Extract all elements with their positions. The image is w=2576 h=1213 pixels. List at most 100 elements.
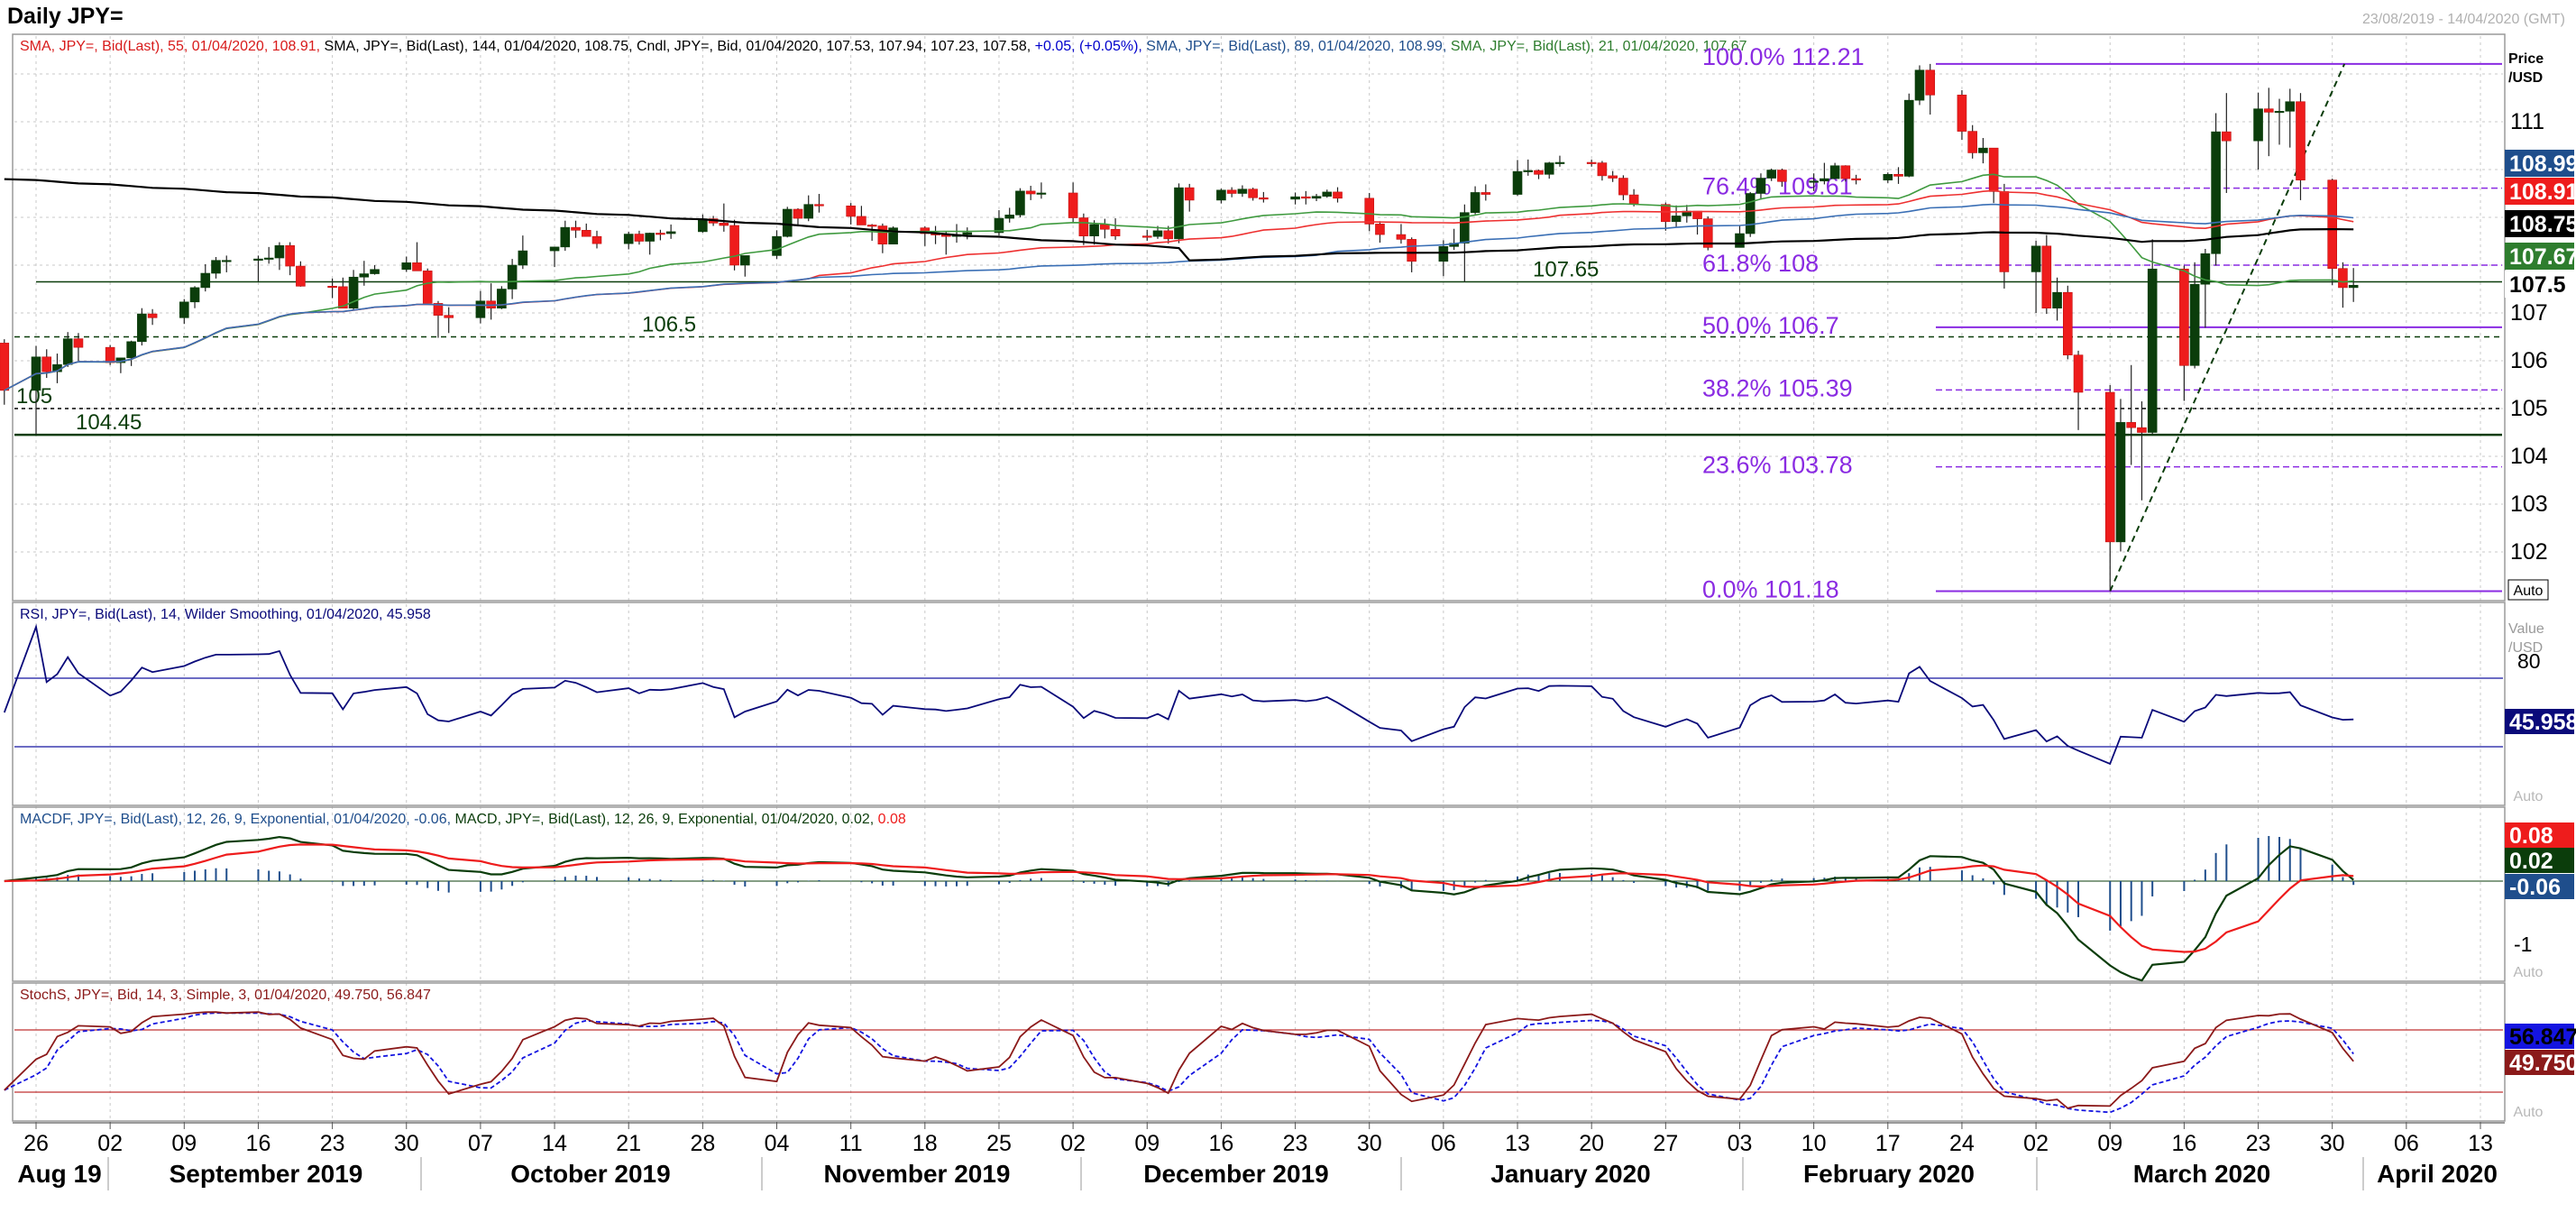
candle-body: [571, 226, 581, 231]
x-tick-label: 16: [246, 1131, 271, 1156]
candle-body: [1089, 224, 1099, 236]
rsi-line: [3, 623, 2354, 766]
candle-body: [1364, 198, 1375, 225]
candle-body: [105, 346, 115, 363]
candle-body: [1237, 188, 1248, 194]
x-tick-label: 06: [1431, 1131, 1456, 1156]
month-label: January 2020: [1490, 1160, 1650, 1188]
candle-body: [2073, 354, 2084, 393]
candle-body: [518, 250, 528, 266]
svg-text:Auto: Auto: [2514, 584, 2544, 599]
macd-signal-line: [4, 843, 2354, 953]
candle-body: [1661, 204, 1671, 223]
candle-body: [147, 313, 158, 318]
fib-label: 23.6% 103.78: [1702, 452, 1853, 479]
price-axis-header: Price: [2508, 51, 2544, 67]
x-tick-label: 28: [690, 1131, 715, 1156]
month-label: December 2019: [1143, 1160, 1328, 1188]
x-tick-label: 23: [320, 1131, 345, 1156]
candle-body: [1163, 230, 1174, 240]
price-series: 107.65106.5105104.45100.0% 112.2176.4% 1…: [0, 43, 2502, 602]
candle-body: [1396, 234, 1407, 240]
candle-body: [2222, 131, 2232, 142]
candle-body: [1628, 194, 1639, 205]
rsi-tick-label: 80: [2517, 649, 2541, 673]
candle-body: [2338, 268, 2348, 289]
rsi-auto-button[interactable]: Auto: [2514, 789, 2544, 804]
candle-body: [2348, 284, 2359, 289]
candle-body: [412, 262, 422, 271]
candle-body: [1544, 162, 1554, 175]
fib-label: 100.0% 112.21: [1702, 43, 1865, 70]
candle-body: [73, 338, 84, 348]
candle-body: [189, 287, 200, 303]
candle-body: [1407, 239, 1416, 262]
x-tick-label: 09: [171, 1131, 197, 1156]
candle-body: [1618, 178, 1628, 196]
candle-body: [1015, 190, 1025, 216]
value-flag-0.02: 0.02: [2505, 848, 2574, 874]
fib-label: 0.0% 101.18: [1702, 575, 1839, 602]
candle-body: [1512, 170, 1523, 195]
legend-entry: +0.05, (+0.05%),: [1031, 39, 1142, 54]
x-tick-label: 09: [1134, 1131, 1160, 1156]
price-tick-label: 102: [2510, 539, 2548, 565]
legend-entry: Cndl, JPY=, Bid, 01/04/2020, 107.53, 107…: [633, 39, 1031, 54]
level-107-65-label: 107.65: [1533, 258, 1599, 282]
candle-body: [126, 341, 136, 359]
value-flag-text: 56.847: [2509, 1025, 2576, 1050]
candle-body: [1735, 233, 1745, 248]
candle-body: [1481, 192, 1491, 195]
legend-entry: 0.08: [874, 812, 906, 827]
price-auto-button[interactable]: Auto: [2507, 579, 2549, 601]
candle-body: [507, 264, 518, 289]
x-tick-label: 30: [2320, 1131, 2345, 1156]
legend-entry: SMA, JPY=, Bid(Last), 55, 01/04/2020, 10…: [20, 39, 320, 54]
candle-body: [962, 232, 973, 235]
x-tick-label: 07: [468, 1131, 493, 1156]
fib-label: 61.8% 108: [1702, 250, 1819, 277]
candle-body: [1608, 175, 1618, 179]
value-flag-text: -0.06: [2509, 875, 2561, 900]
candle-body: [1903, 99, 1914, 177]
candle-body: [857, 216, 866, 225]
macd-auto-button[interactable]: Auto: [2514, 965, 2544, 980]
x-tick-label: 09: [2097, 1131, 2122, 1156]
candle-body: [1025, 190, 1036, 195]
candle-body: [263, 257, 274, 260]
candle-body: [2189, 283, 2200, 366]
candle-body: [475, 300, 486, 318]
candle-body: [1004, 215, 1015, 219]
candle-body: [1777, 170, 1787, 182]
candle-body: [1110, 228, 1121, 236]
x-tick-label: 11: [839, 1131, 863, 1156]
candle-body: [2211, 131, 2221, 254]
value-flag-text: 108.75: [2509, 212, 2576, 237]
x-tick-label: 04: [765, 1131, 790, 1156]
x-tick-label: 16: [2171, 1131, 2196, 1156]
candle-body: [1068, 192, 1078, 218]
candle-body: [2327, 179, 2337, 270]
candle-body: [401, 262, 412, 271]
candle-body: [1259, 197, 1269, 200]
candle-body: [549, 246, 560, 252]
x-tick-label: 30: [1357, 1131, 1382, 1156]
legend-entry: SMA, JPY=, Bid(Last), 89, 01/04/2020, 10…: [1142, 39, 1447, 54]
candle-body: [1523, 170, 1534, 172]
candle-body: [645, 233, 655, 242]
candle-body: [2147, 268, 2158, 433]
candle-body: [665, 231, 676, 234]
legend-entry: RSI, JPY=, Bid(Last), 14, Wilder Smoothi…: [20, 607, 431, 622]
x-tick-label: 03: [1728, 1131, 1753, 1156]
value-flag-0.08: 0.08: [2505, 822, 2574, 849]
price-tick-label: 107: [2510, 300, 2548, 326]
stoch-auto-button[interactable]: Auto: [2514, 1105, 2544, 1120]
candle-body: [370, 269, 380, 274]
candle-body: [1893, 174, 1903, 177]
grid-lines: [14, 36, 2503, 1120]
x-tick-label: 13: [1505, 1131, 1530, 1156]
candle-body: [1883, 174, 1893, 180]
rsi-pane: [12, 602, 2506, 806]
candle-body: [1766, 170, 1776, 179]
candle-body: [2274, 111, 2285, 114]
